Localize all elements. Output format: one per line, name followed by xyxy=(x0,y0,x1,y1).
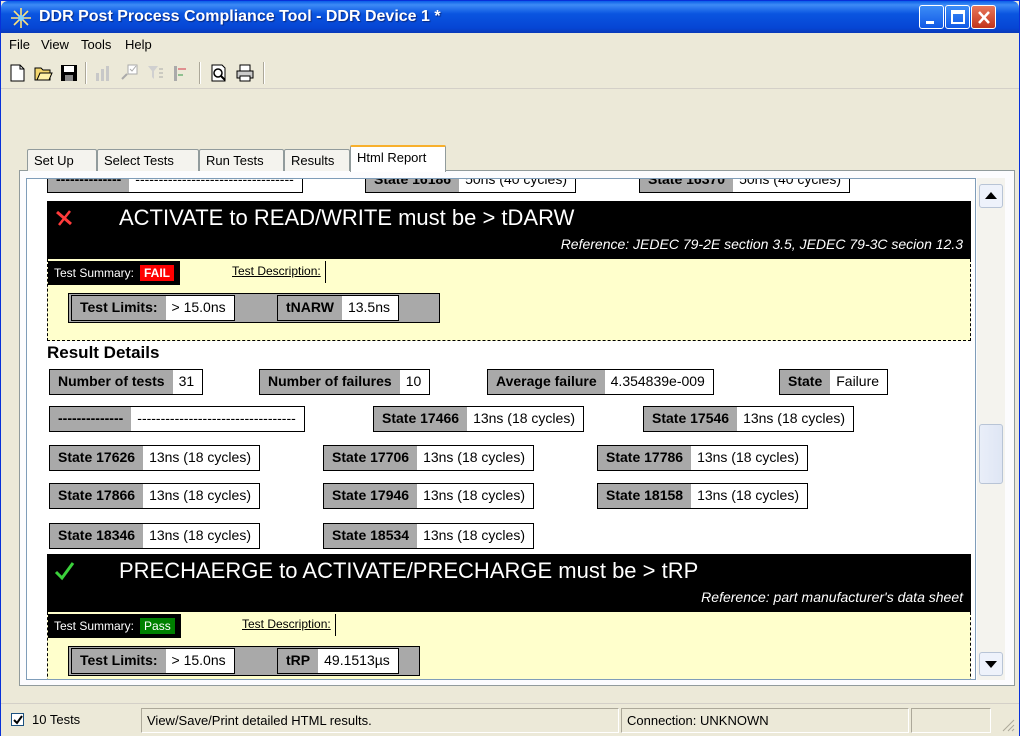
toolbar xyxy=(1,57,1019,89)
close-icon xyxy=(978,11,990,24)
test-description-link[interactable]: Test Description: xyxy=(238,614,336,636)
result-details-title: Result Details xyxy=(47,343,160,362)
test-limits-row: Test Limits: > 15.0ns tNARW 13.5ns xyxy=(68,293,440,323)
test-limits-row: Test Limits: > 15.0ns tRP 49.1513µs xyxy=(68,646,420,676)
menu-file[interactable]: File xyxy=(9,37,30,52)
resize-grip-icon[interactable] xyxy=(999,716,1015,732)
test-summary-label: Test Summary: FAIL xyxy=(48,261,181,285)
html-report-view[interactable]: -------------- --------------------------… xyxy=(26,178,976,680)
menu-tools[interactable]: Tools xyxy=(81,37,111,52)
status-badge: FAIL xyxy=(140,265,175,281)
maximize-icon xyxy=(951,10,965,24)
test-limits: Test Limits: > 15.0ns xyxy=(71,295,235,321)
test-header: PRECHAERGE to ACTIVATE/PRECHARGE must be… xyxy=(47,554,971,612)
fail-x-icon xyxy=(56,210,72,226)
bars-icon[interactable] xyxy=(171,63,191,83)
detail-average-failure: Average failure 4.354839e-009 xyxy=(487,369,714,395)
chart-icon[interactable] xyxy=(93,63,113,83)
window-title: DDR Post Process Compliance Tool - DDR D… xyxy=(39,8,441,25)
detail-state-field: State 17466 13ns (18 cycles) xyxy=(373,406,584,432)
status-tests-count: 10 Tests xyxy=(32,712,81,727)
test-title: ACTIVATE to READ/WRITE must be > tDARW xyxy=(119,205,575,230)
test-reference: Reference: part manufacturer's data shee… xyxy=(701,589,963,605)
save-icon[interactable] xyxy=(59,63,79,83)
test-limits: Test Limits: > 15.0ns xyxy=(71,648,235,674)
detail-state-field: State 17866 13ns (18 cycles) xyxy=(49,483,260,509)
status-empty-cell xyxy=(911,708,991,733)
checkmark-icon xyxy=(13,715,23,725)
toolbar-separator xyxy=(199,62,201,84)
check-icon[interactable] xyxy=(119,63,139,83)
title-bar[interactable]: DDR Post Process Compliance Tool - DDR D… xyxy=(1,1,1019,33)
print-icon[interactable] xyxy=(235,63,255,83)
arrow-up-icon xyxy=(985,192,997,199)
vertical-scrollbar[interactable] xyxy=(977,178,1005,680)
scroll-down-button[interactable] xyxy=(979,652,1003,676)
pass-check-icon xyxy=(54,562,75,581)
detail-state-field: State 17946 13ns (18 cycles) xyxy=(323,483,534,509)
toolbar-separator xyxy=(263,62,265,84)
tab-run-tests[interactable]: Run Tests xyxy=(199,149,284,171)
detail-state-field: State 17786 13ns (18 cycles) xyxy=(597,445,808,471)
tests-checkbox[interactable] xyxy=(11,713,24,726)
new-icon[interactable] xyxy=(7,63,27,83)
app-window: DDR Post Process Compliance Tool - DDR D… xyxy=(0,0,1020,736)
tab-html-report[interactable]: Html Report xyxy=(350,145,446,172)
print-preview-icon[interactable] xyxy=(209,63,229,83)
test-summary-box: Test Summary: Pass Test Description: Test… xyxy=(47,612,971,679)
minimize-button[interactable] xyxy=(919,5,944,29)
tab-results[interactable]: Results xyxy=(284,149,350,171)
status-badge: Pass xyxy=(140,618,175,634)
maximize-button[interactable] xyxy=(945,5,970,29)
test-summary-label: Test Summary: Pass xyxy=(48,614,181,638)
status-connection: Connection: UNKNOWN xyxy=(621,708,909,733)
detail-state-field: -------------- --------------------------… xyxy=(49,406,305,432)
details-row: Number of tests 31 Number of failures 10 A… xyxy=(47,367,909,397)
status-message: View/Save/Print detailed HTML results. xyxy=(141,708,619,733)
app-icon xyxy=(11,8,31,28)
detail-state-field: State 17626 13ns (18 cycles) xyxy=(49,445,260,471)
tab-set-up[interactable]: Set Up xyxy=(27,149,97,171)
report-field: State 16186 50ns (40 cycles) xyxy=(365,179,576,193)
test-summary-box: Test Summary: FAIL Test Description: Test… xyxy=(47,259,971,341)
test-title: PRECHAERGE to ACTIVATE/PRECHARGE must be… xyxy=(119,558,699,583)
detail-state: State Failure xyxy=(779,369,889,395)
detail-number-of-failures: Number of failures 10 xyxy=(259,369,431,395)
status-bar: 10 Tests View/Save/Print detailed HTML r… xyxy=(1,703,1019,736)
test-header: ACTIVATE to READ/WRITE must be > tDARW R… xyxy=(47,201,971,259)
detail-state-field: State 17546 13ns (18 cycles) xyxy=(643,406,854,432)
menu-view[interactable]: View xyxy=(41,37,69,52)
scroll-up-button[interactable] xyxy=(979,184,1003,208)
filter-icon[interactable] xyxy=(145,63,165,83)
open-icon[interactable] xyxy=(33,63,53,83)
close-button[interactable] xyxy=(971,5,996,29)
menu-bar: File View Tools Help xyxy=(1,34,1019,56)
minimize-icon xyxy=(926,21,934,24)
report-field: State 16370 50ns (40 cycles) xyxy=(639,179,850,193)
report-field: -------------- --------------------------… xyxy=(47,179,303,193)
toolbar-separator xyxy=(85,62,87,84)
detail-number-of-tests: Number of tests 31 xyxy=(49,369,204,395)
test-description-link[interactable]: Test Description: xyxy=(228,261,326,283)
tab-select-tests[interactable]: Select Tests xyxy=(97,149,199,171)
test-measurement: tRP 49.1513µs xyxy=(277,648,399,674)
arrow-down-icon xyxy=(985,661,997,668)
detail-state-field: State 18534 13ns (18 cycles) xyxy=(323,523,534,549)
menu-help[interactable]: Help xyxy=(125,37,152,52)
test-measurement: tNARW 13.5ns xyxy=(277,295,400,321)
test-reference: Reference: JEDEC 79-2E section 3.5, JEDE… xyxy=(560,236,963,252)
scroll-thumb[interactable] xyxy=(979,424,1003,484)
detail-state-field: State 18158 13ns (18 cycles) xyxy=(597,483,808,509)
detail-state-field: State 17706 13ns (18 cycles) xyxy=(323,445,534,471)
detail-state-field: State 18346 13ns (18 cycles) xyxy=(49,523,260,549)
